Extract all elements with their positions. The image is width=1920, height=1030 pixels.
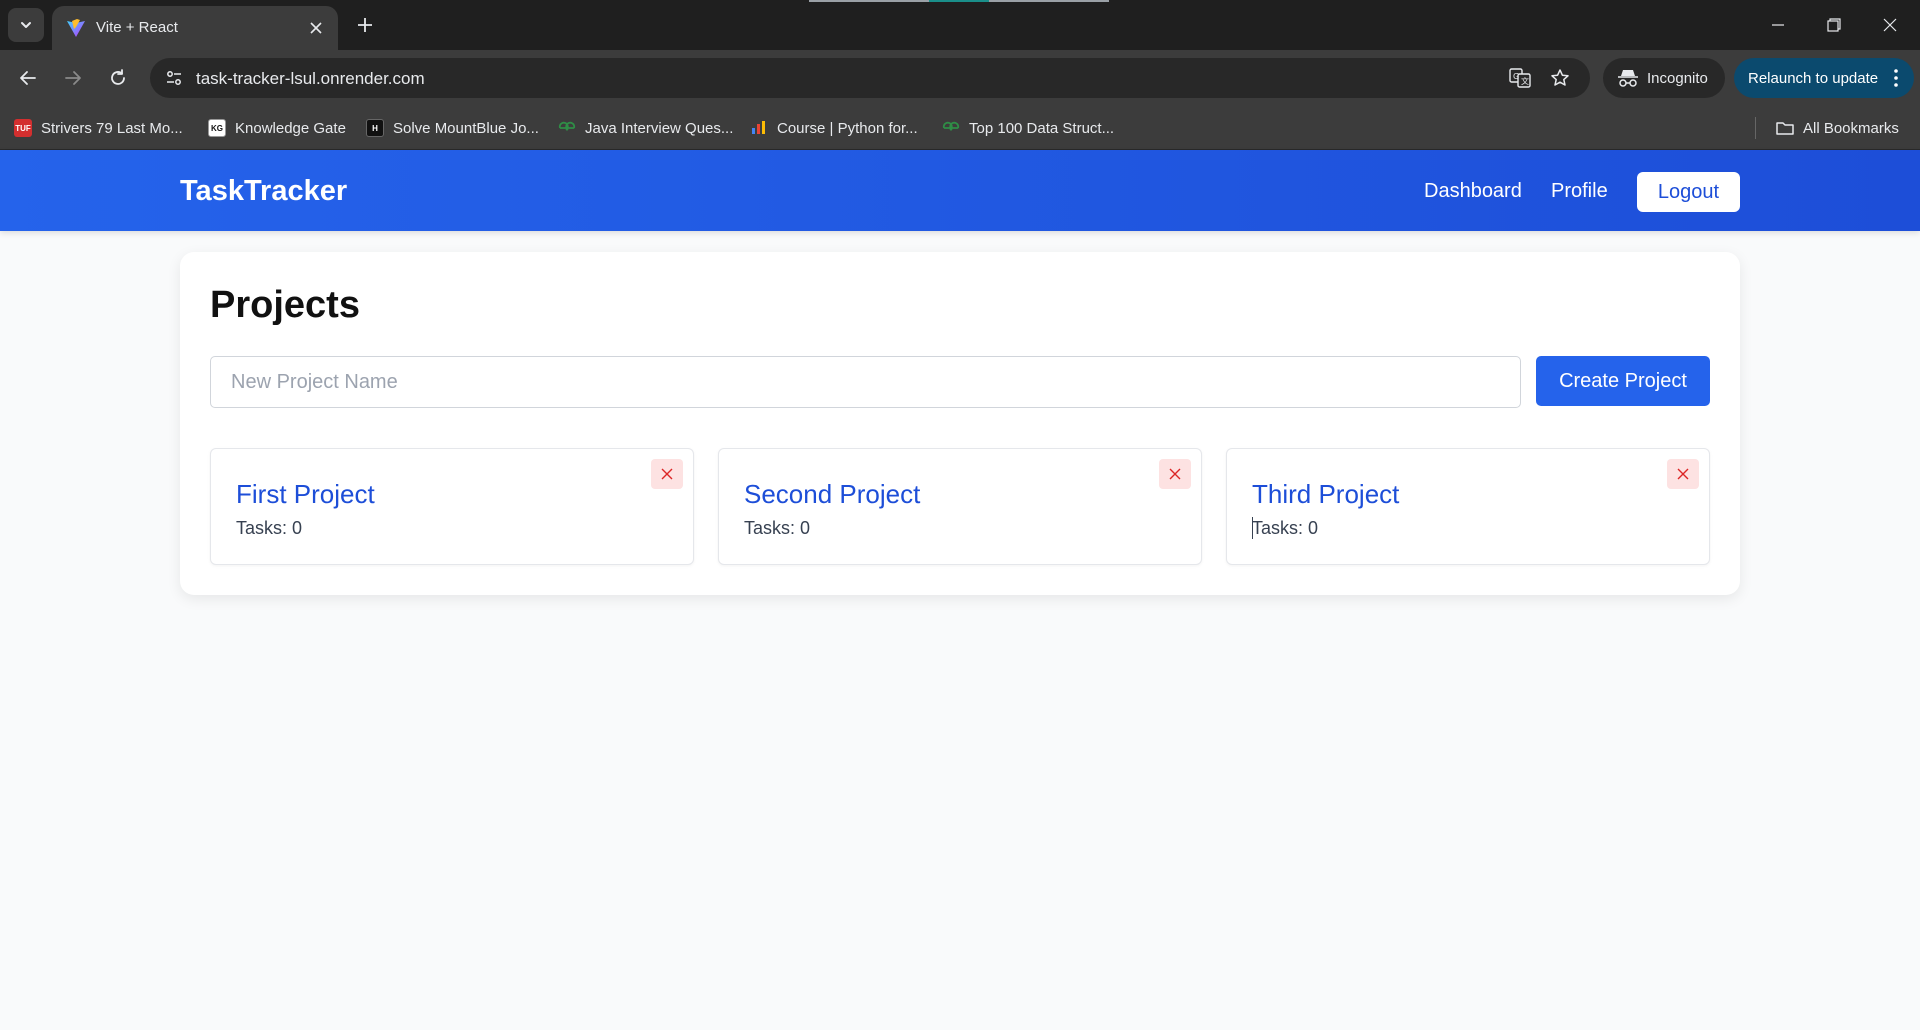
project-card[interactable]: Third Project Tasks: 0 [1226, 448, 1710, 565]
bookmark-label: Knowledge Gate [235, 119, 346, 137]
project-task-count: Tasks: 0 [744, 518, 811, 538]
forward-button[interactable] [55, 60, 91, 96]
tuf-icon: TUF [14, 119, 32, 137]
translate-button[interactable]: G 文 [1508, 66, 1532, 90]
bookmark-item[interactable]: Java Interview Ques... [558, 116, 733, 140]
delete-project-button[interactable] [1159, 459, 1191, 489]
arrow-left-icon [20, 71, 36, 85]
back-button[interactable] [10, 60, 46, 96]
create-project-button[interactable]: Create Project [1536, 356, 1710, 406]
browser-toolbar: task-tracker-lsul.onrender.com G 文 Incog… [0, 50, 1920, 106]
projects-panel: Projects Create Project First Project Ta… [180, 252, 1740, 595]
course-icon [752, 121, 765, 134]
bookmarks-divider [1755, 117, 1756, 139]
project-list: First Project Tasks: 0 Second Project Ta… [210, 448, 1710, 568]
bookmark-item[interactable]: H Solve MountBlue Jo... [366, 116, 539, 140]
app-brand[interactable]: TaskTracker [180, 175, 347, 208]
tab-title: Vite + React [96, 19, 178, 36]
reload-icon [111, 69, 125, 85]
all-bookmarks-button[interactable]: All Bookmarks [1776, 116, 1899, 140]
bookmark-label: Java Interview Ques... [585, 119, 734, 137]
bookmarks-bar: TUF Strivers 79 Last Mo... KG Knowledge … [0, 106, 1920, 150]
project-card[interactable]: Second Project Tasks: 0 [718, 448, 1202, 565]
browser-tab-strip: Vite + React [0, 0, 1920, 50]
project-task-count: Tasks: 0 [1252, 518, 1319, 538]
vite-logo-icon [67, 19, 85, 37]
delete-project-button[interactable] [1667, 459, 1699, 489]
delete-project-button[interactable] [651, 459, 683, 489]
bookmark-label: Top 100 Data Struct... [969, 119, 1115, 137]
chevron-down-icon [21, 22, 31, 28]
close-icon [310, 22, 322, 34]
minimize-window-button[interactable] [1750, 0, 1806, 50]
bookmark-item[interactable]: KG Knowledge Gate [208, 116, 346, 140]
minimize-icon [1772, 24, 1784, 26]
knowledge-gate-icon: KG [208, 119, 226, 137]
browser-menu-button[interactable] [1888, 66, 1904, 90]
star-icon [1551, 69, 1569, 86]
page-title: Projects [210, 284, 360, 326]
close-icon [661, 468, 673, 480]
restore-window-button[interactable] [1806, 0, 1862, 50]
incognito-icon [1618, 70, 1638, 87]
tab-search-button[interactable] [8, 8, 44, 42]
close-icon [1883, 18, 1897, 32]
project-name-link[interactable]: Second Project [744, 479, 920, 510]
nav-dashboard-link[interactable]: Dashboard [1424, 180, 1522, 203]
restore-icon [1827, 18, 1841, 32]
relaunch-to-update-button[interactable]: Relaunch to update [1734, 58, 1914, 98]
bookmark-star-button[interactable] [1548, 66, 1572, 90]
address-bar[interactable]: task-tracker-lsul.onrender.com G 文 [150, 58, 1590, 98]
tab-close-button[interactable] [304, 16, 328, 40]
folder-icon [1776, 122, 1794, 135]
reload-button[interactable] [100, 60, 136, 96]
bookmark-label: Strivers 79 Last Mo... [41, 119, 183, 137]
text-cursor [1252, 517, 1253, 539]
project-name-link[interactable]: Third Project [1252, 479, 1399, 510]
bookmark-label: Course | Python for... [777, 119, 918, 137]
bookmark-label: Solve MountBlue Jo... [393, 119, 539, 137]
tune-icon [167, 71, 181, 85]
project-task-count: Tasks: 0 [236, 518, 303, 538]
close-window-button[interactable] [1862, 0, 1918, 50]
nav-profile-link[interactable]: Profile [1551, 180, 1608, 203]
bookmark-item[interactable]: Top 100 Data Struct... [942, 116, 1114, 140]
incognito-label: Incognito [1647, 70, 1708, 87]
close-icon [1677, 468, 1689, 480]
url-text[interactable]: task-tracker-lsul.onrender.com [196, 69, 425, 89]
incognito-indicator[interactable]: Incognito [1603, 58, 1725, 98]
project-card[interactable]: First Project Tasks: 0 [210, 448, 694, 565]
bookmark-item[interactable]: Course | Python for... [750, 116, 918, 140]
new-project-name-input[interactable] [210, 356, 1521, 408]
svg-text:文: 文 [1521, 76, 1529, 86]
all-bookmarks-label: All Bookmarks [1803, 119, 1899, 137]
logout-button[interactable]: Logout [1637, 172, 1740, 212]
geeksforgeeks-icon [942, 121, 960, 131]
arrow-right-icon [65, 71, 81, 85]
plus-icon [358, 18, 372, 32]
relaunch-label: Relaunch to update [1748, 70, 1879, 87]
site-info-button[interactable] [160, 64, 188, 92]
browser-tab-active[interactable]: Vite + React [52, 6, 338, 50]
tab-strip-accent [809, 0, 1109, 2]
geeksforgeeks-icon [558, 121, 576, 131]
bookmark-item[interactable]: TUF Strivers 79 Last Mo... [14, 116, 183, 140]
hackerearth-icon: H [366, 119, 384, 137]
svg-text:G: G [1513, 72, 1519, 81]
translate-icon: G 文 [1509, 68, 1531, 88]
more-vertical-icon [1894, 69, 1898, 87]
app-navbar: TaskTracker Dashboard Profile Logout [0, 150, 1920, 231]
project-name-link[interactable]: First Project [236, 479, 375, 510]
new-tab-button[interactable] [350, 10, 380, 40]
close-icon [1169, 468, 1181, 480]
